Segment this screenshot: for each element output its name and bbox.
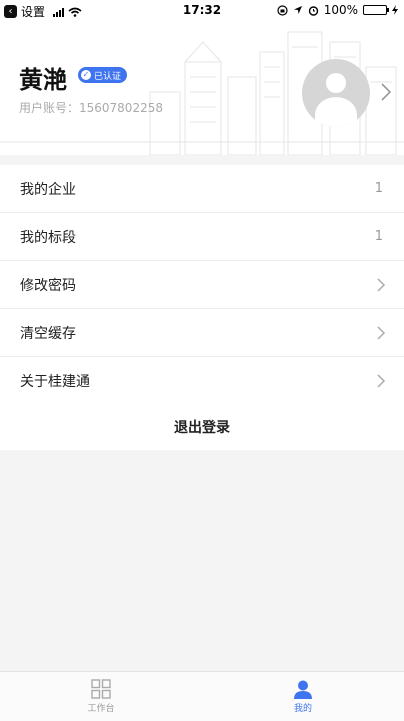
menu-item-clear-cache[interactable]: 清空缓存 — [0, 309, 404, 357]
avatar[interactable] — [302, 59, 370, 127]
status-bar: ‹ 设置 17:32 100% — [0, 0, 404, 22]
lock-rotation-icon — [277, 4, 288, 16]
chevron-right-icon — [377, 278, 386, 292]
alarm-icon — [308, 5, 318, 16]
tab-mine[interactable]: 我的 — [202, 672, 404, 721]
menu-item-count: 1 — [374, 181, 383, 196]
verified-badge-label: 已认证 — [94, 71, 122, 82]
logout-button[interactable]: 退出登录 — [0, 404, 404, 450]
grid-icon — [91, 679, 111, 699]
profile-header[interactable]: 黄滟 ✓ 已认证 用户账号：15607802258 — [0, 22, 404, 155]
chevron-right-icon — [377, 374, 386, 388]
tab-workbench[interactable]: 工作台 — [0, 672, 202, 721]
tab-label: 我的 — [293, 704, 312, 714]
location-icon — [293, 6, 302, 14]
menu-item-about[interactable]: 关于桂建通 — [0, 357, 404, 404]
chevron-right-icon — [377, 326, 386, 340]
tab-label: 工作台 — [87, 704, 115, 714]
menu-item-my-section[interactable]: 我的标段 1 — [0, 213, 404, 261]
person-icon — [294, 680, 312, 699]
menu-item-count: 1 — [374, 229, 383, 244]
battery-icon — [363, 5, 389, 15]
menu-item-label: 我的标段 — [20, 229, 76, 246]
tab-bar: 工作台 我的 — [0, 671, 404, 721]
verified-check-icon: ✓ — [81, 70, 91, 80]
settings-menu: 我的企业 1 我的标段 1 修改密码 清空缓存 关于桂建通 — [0, 165, 404, 404]
battery-percent: 100% — [323, 3, 358, 17]
charging-icon — [392, 5, 398, 15]
menu-item-label: 关于桂建通 — [20, 373, 90, 390]
verified-badge: ✓ 已认证 — [78, 67, 128, 83]
chevron-right-icon[interactable] — [376, 80, 396, 104]
account-number: 用户账号：15607802258 — [19, 101, 163, 115]
menu-item-change-password[interactable]: 修改密码 — [0, 261, 404, 309]
status-right: 100% — [277, 3, 398, 17]
menu-item-label: 修改密码 — [20, 277, 76, 294]
menu-item-label: 清空缓存 — [20, 325, 76, 342]
menu-item-my-company[interactable]: 我的企业 1 — [0, 165, 404, 213]
user-name: 黄滟 — [19, 66, 67, 94]
menu-item-label: 我的企业 — [20, 181, 76, 198]
